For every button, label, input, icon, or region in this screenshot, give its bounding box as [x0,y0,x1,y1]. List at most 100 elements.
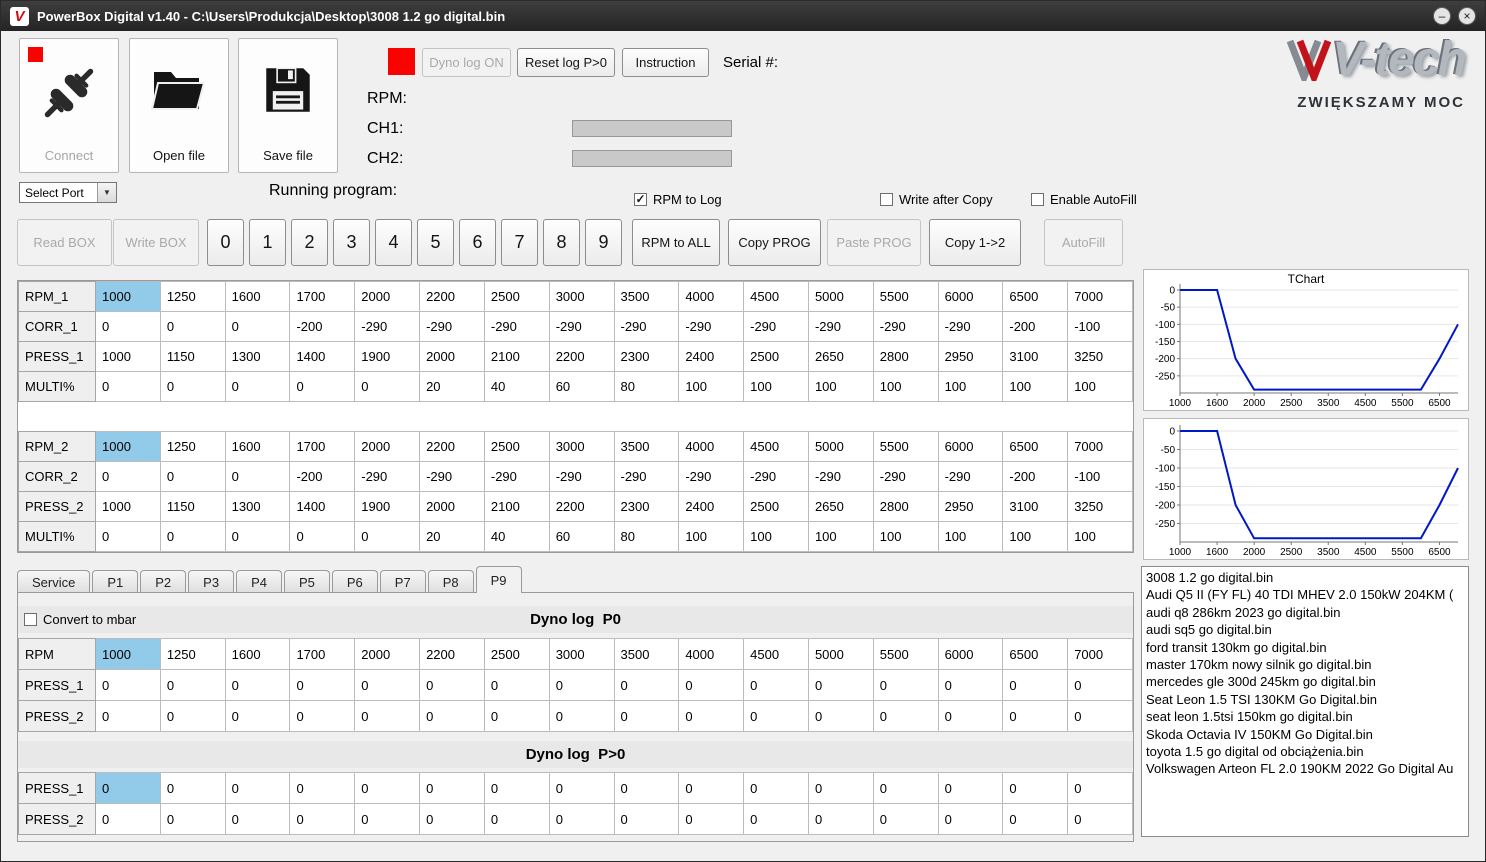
table-cell[interactable]: 0 [159,521,226,552]
table-cell[interactable]: 2400 [678,341,745,372]
table-cell[interactable]: 0 [159,669,226,701]
table-cell[interactable]: 100 [678,371,745,402]
table-cell[interactable]: 1250 [159,431,226,462]
table-cell[interactable]: 100 [1002,521,1069,552]
table-cell[interactable]: 0 [872,803,939,835]
table-cell[interactable]: -290 [548,311,615,342]
table-cell[interactable]: 4500 [743,281,809,312]
table-cell[interactable]: 0 [289,772,356,804]
table-cell[interactable]: 100 [937,521,1004,552]
table-cell[interactable]: 100 [1067,371,1133,402]
table-cell[interactable]: 0 [354,803,421,835]
table-cell[interactable]: 1250 [159,281,226,312]
table-cell[interactable]: 5500 [872,281,939,312]
table-cell[interactable]: 0 [483,803,550,835]
table-cell[interactable]: 4500 [743,431,809,462]
table-cell[interactable]: 2200 [419,431,485,462]
table-cell[interactable]: 3100 [1002,491,1069,522]
table-cell[interactable]: 0 [743,772,809,804]
table-cell[interactable]: 0 [289,669,356,701]
table-cell[interactable]: -290 [743,461,809,492]
table-cell[interactable]: 3000 [548,431,615,462]
table-cell[interactable]: 2800 [872,341,939,372]
table-cell[interactable]: 0 [95,461,161,492]
tab-service[interactable]: Service [17,570,91,593]
table-cell[interactable]: 0 [224,803,291,835]
table-cell[interactable]: 80 [613,521,680,552]
digit-button-6[interactable]: 6 [459,219,496,266]
table-cell[interactable]: 1000 [95,281,161,312]
table-cell[interactable]: 20 [419,371,485,402]
table-cell[interactable]: 0 [613,669,680,701]
table-cell[interactable]: 0 [419,700,485,732]
table-cell[interactable]: 1900 [354,491,421,522]
table-cell[interactable]: -290 [937,461,1004,492]
table-cell[interactable]: -290 [419,311,485,342]
table-cell[interactable]: 2500 [743,491,809,522]
copy-prog-button[interactable]: Copy PROG [728,219,821,266]
table-cell[interactable]: 2500 [483,431,550,462]
table-cell[interactable]: 80 [613,371,680,402]
table-cell[interactable]: 0 [1002,669,1069,701]
table-cell[interactable]: 0 [289,371,356,402]
table-cell[interactable]: 1700 [289,638,356,670]
table-cell[interactable]: 0 [159,371,226,402]
table-cell[interactable]: 2650 [807,491,874,522]
table-cell[interactable]: 0 [1067,803,1133,835]
table-cell[interactable]: -290 [613,461,680,492]
file-list-item[interactable]: 3008 1.2 go digital.bin [1146,569,1468,586]
table-cell[interactable]: 0 [289,521,356,552]
tab-p2[interactable]: P2 [140,570,187,593]
table-cell[interactable]: 40 [483,521,550,552]
table-cell[interactable]: 100 [937,371,1004,402]
table-cell[interactable]: 0 [224,311,291,342]
autofill-button[interactable]: AutoFill [1044,219,1123,266]
table-cell[interactable]: 20 [419,521,485,552]
table-cell[interactable]: 1600 [224,431,291,462]
table-cell[interactable]: 2000 [354,281,421,312]
table-cell[interactable]: 0 [937,669,1004,701]
table-cell[interactable]: 0 [678,669,745,701]
table-cell[interactable]: 3500 [613,281,680,312]
table-cell[interactable]: 100 [807,521,874,552]
table-cell[interactable]: 7000 [1067,431,1133,462]
table-cell[interactable]: 60 [548,371,615,402]
table-cell[interactable]: -290 [872,461,939,492]
table-cell[interactable]: 100 [872,521,939,552]
table-cell[interactable]: -290 [937,311,1004,342]
digit-button-0[interactable]: 0 [207,219,244,266]
table-cell[interactable]: -290 [613,311,680,342]
table-cell[interactable]: 0 [548,669,615,701]
connect-button[interactable]: Connect [19,38,119,173]
table-cell[interactable]: 1150 [159,341,226,372]
table-cell[interactable]: 0 [678,803,745,835]
file-list-item[interactable]: master 170km nowy silnik go digital.bin [1146,656,1468,673]
table-cell[interactable]: 1250 [159,638,226,670]
table-cell[interactable]: -290 [743,311,809,342]
table-cell[interactable]: 6000 [937,431,1004,462]
tab-p6[interactable]: P6 [331,570,378,593]
tab-p9[interactable]: P9 [475,566,522,593]
table-cell[interactable]: 0 [354,669,421,701]
table-cell[interactable]: 5000 [807,431,874,462]
table-cell[interactable]: 2300 [613,491,680,522]
file-list-item[interactable]: mercedes gle 300d 245km go digital.bin [1146,673,1468,690]
table-cell[interactable]: 4000 [678,638,745,670]
enable-autofill-checkbox[interactable]: Enable AutoFill [1031,192,1137,207]
table-cell[interactable]: 0 [289,700,356,732]
table-cell[interactable]: 0 [872,669,939,701]
table-cell[interactable]: 2400 [678,491,745,522]
convert-to-mbar-checkbox[interactable]: Convert to mbar [24,612,136,627]
table-cell[interactable]: 2300 [613,341,680,372]
table-cell[interactable]: 3500 [613,431,680,462]
table-cell[interactable]: 5500 [872,431,939,462]
file-list-item[interactable]: audi sq5 go digital.bin [1146,621,1468,638]
table-cell[interactable]: -290 [354,311,421,342]
table-cell[interactable]: 2500 [483,281,550,312]
digit-button-3[interactable]: 3 [333,219,370,266]
table-cell[interactable]: 2200 [548,491,615,522]
table-cell[interactable]: 0 [419,669,485,701]
table-cell[interactable]: -100 [1067,311,1133,342]
table-cell[interactable]: 0 [548,772,615,804]
table-cell[interactable]: 100 [678,521,745,552]
